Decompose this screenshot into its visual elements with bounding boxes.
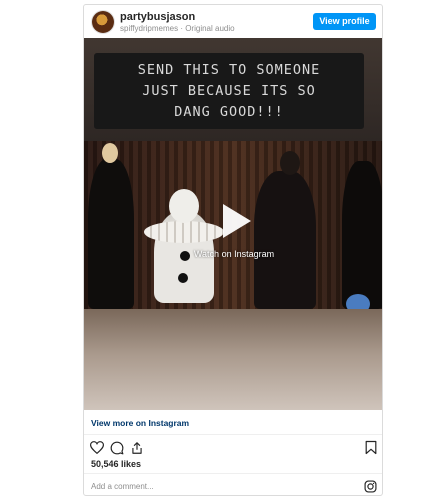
singer-left-figure [88,159,134,309]
comment-icon[interactable] [110,441,124,455]
bookmark-icon[interactable] [365,440,377,455]
view-more-link[interactable]: View more on Instagram [84,410,382,435]
caption-line-2: JUST BECAUSE ITS SO [142,83,316,99]
video-bottom-blur [84,309,382,410]
watch-on-instagram-label[interactable]: Watch on Instagram [84,249,382,259]
comment-bar: Add a comment... [84,473,382,495]
play-icon[interactable] [211,198,257,244]
audio-subline[interactable]: spiffydripmemes · Original audio [120,24,235,33]
heart-icon[interactable] [90,441,104,454]
clown-pompom-2 [178,273,188,283]
view-profile-button[interactable]: View profile [313,13,376,30]
comment-input[interactable]: Add a comment... [91,482,154,491]
share-icon[interactable] [130,441,144,455]
video-media[interactable]: SEND THIS TO SOMEONE JUST BECAUSE ITS SO… [84,38,382,410]
caption-line-1: SEND THIS TO SOMEONE [137,62,321,78]
singer-right-head [280,151,300,175]
view-more-label[interactable]: View more on Instagram [91,418,189,428]
caption-line-3: DANG GOOD!!! [174,104,284,120]
username[interactable]: partybusjason [120,11,195,23]
likes-count[interactable]: 50,546 likes [91,459,141,469]
musician-figure [342,161,382,309]
singer-left-head [102,143,118,163]
post-header: partybusjason spiffydripmemes · Original… [84,5,382,38]
singer-right-figure [254,171,316,309]
avatar[interactable] [92,11,114,33]
instagram-embed-card: partybusjason spiffydripmemes · Original… [83,4,383,496]
action-bar [84,437,382,459]
caption-band: SEND THIS TO SOMEONE JUST BECAUSE ITS SO… [84,38,382,141]
clown-head [169,189,199,223]
instagram-logo-icon[interactable] [364,480,377,493]
caption-box: SEND THIS TO SOMEONE JUST BECAUSE ITS SO… [94,53,364,129]
